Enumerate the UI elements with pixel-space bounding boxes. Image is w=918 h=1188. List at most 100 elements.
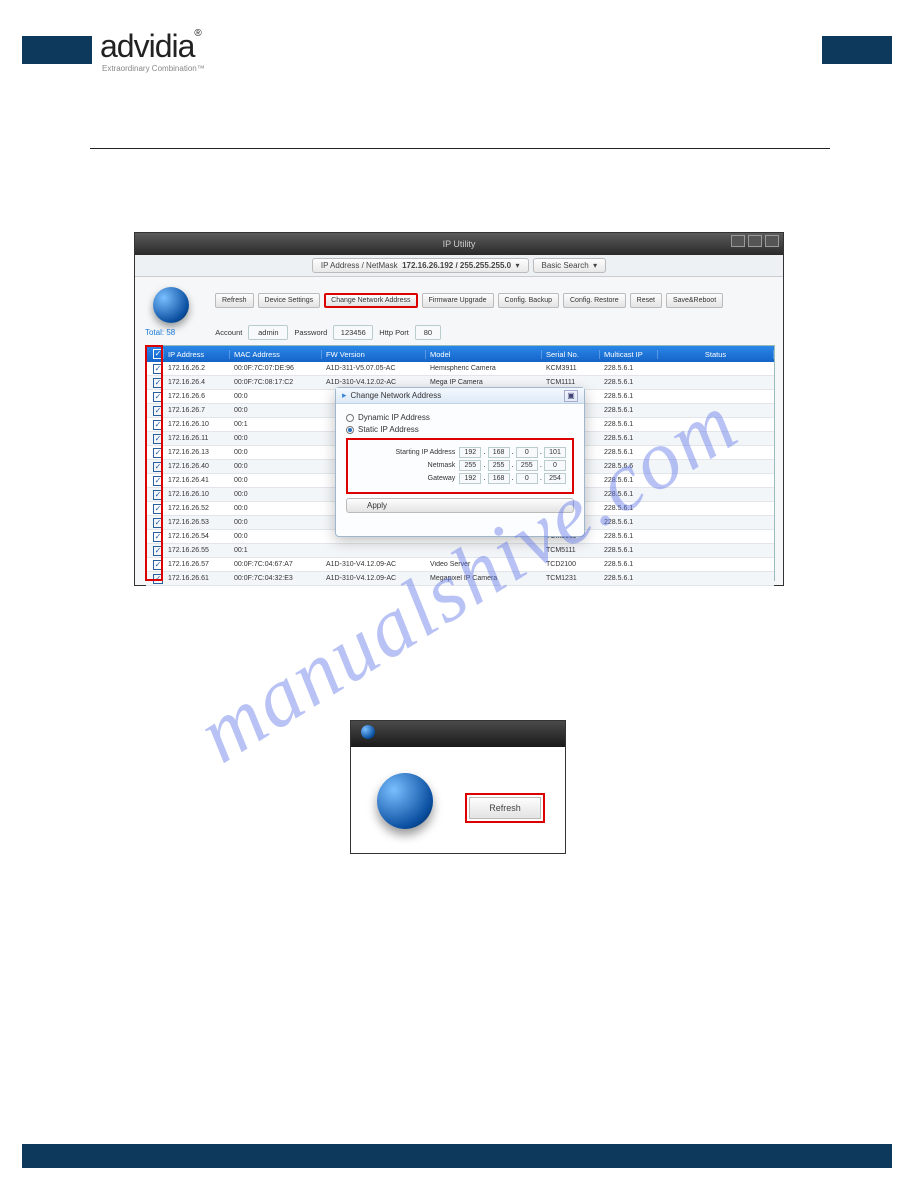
row-checkbox[interactable]: ✓ [146,532,164,542]
row-checkbox[interactable]: ✓ [146,546,164,556]
refresh-button[interactable]: Refresh [215,293,254,308]
cell-ip: 172.16.26.54 [164,533,230,540]
col-status[interactable]: Status [658,350,774,359]
brand-logo: advidia® [100,28,201,65]
cell-serial: TCM5111 [542,547,600,554]
cell-model: Video Server [426,561,542,568]
row-checkbox[interactable]: ✓ [146,420,164,430]
row-checkbox[interactable]: ✓ [146,504,164,514]
cell-serial: TCD2100 [542,561,600,568]
cell-multicast: 228.5.6.1 [600,477,658,484]
mini-titlebar [351,721,565,747]
header-stripe-right [822,36,892,64]
close-icon[interactable] [765,235,779,247]
cell-model: Hemispheric Camera [426,365,542,372]
account-label: Account [215,328,242,337]
ip-netmask-pill[interactable]: IP Address / NetMask 172.16.26.192 / 255… [312,258,529,273]
row-checkbox[interactable]: ✓ [146,434,164,444]
minimize-icon[interactable] [731,235,745,247]
cell-multicast: 228.5.6.1 [600,505,658,512]
account-input[interactable]: admin [248,325,288,340]
row-checkbox[interactable]: ✓ [146,378,164,388]
basic-search-pill[interactable]: Basic Search ▾ [533,258,607,273]
cell-serial: TCM1231 [542,575,600,582]
col-serial[interactable]: Serial No. [542,350,600,359]
cell-multicast: 228.5.6.1 [600,575,658,582]
apply-button[interactable]: Apply [346,498,574,513]
row-checkbox[interactable]: ✓ [146,392,164,402]
row-checkbox[interactable]: ✓ [146,448,164,458]
cell-multicast: 228.5.6.1 [600,435,658,442]
table-row[interactable]: ✓172.16.26.200:0F:7C:07:DE:96A1D-311-V5.… [146,362,774,376]
cell-ip: 172.16.26.53 [164,519,230,526]
config-backup-button[interactable]: Config. Backup [498,293,559,308]
starting-ip-label: Starting IP Address [373,449,455,456]
cell-fw: A1D-310-V4.12.09-AC [322,575,426,582]
firmware-upgrade-button[interactable]: Firmware Upgrade [422,293,494,308]
table-row[interactable]: ✓172.16.26.5700:0F:7C:04:67:A7A1D-310-V4… [146,558,774,572]
table-row[interactable]: ✓172.16.26.6100:0F:7C:04:32:E3A1D-310-V4… [146,572,774,586]
cell-fw: A1D-311-V5.07.05-AC [322,365,426,372]
table-header: ✓ IP Address MAC Address FW Version Mode… [146,346,774,362]
dynamic-ip-radio[interactable]: Dynamic IP Address [346,413,574,422]
row-checkbox[interactable]: ✓ [146,560,164,570]
cell-ip: 172.16.26.6 [164,393,230,400]
cell-ip: 172.16.26.52 [164,505,230,512]
col-mac[interactable]: MAC Address [230,350,322,359]
change-network-dialog: ▸ Change Network Address ▣ Dynamic IP Ad… [335,387,585,537]
col-fw[interactable]: FW Version [322,350,426,359]
netmask-input[interactable]: 255.255.255.0 [459,460,566,471]
refresh-highlight [465,793,545,823]
cell-model: Mega IP Camera [426,379,542,386]
col-checkbox[interactable]: ✓ [146,349,164,359]
row-checkbox[interactable]: ✓ [146,574,164,584]
cell-mac: 00:0F:7C:04:32:E3 [230,575,322,582]
row-checkbox[interactable]: ✓ [146,462,164,472]
globe-icon [153,287,189,323]
table-row[interactable]: ✓172.16.26.5500:1TCM5111228.5.6.1 [146,544,774,558]
change-network-address-button[interactable]: Change Network Address [324,293,417,308]
cell-ip: 172.16.26.13 [164,449,230,456]
cell-serial: TCM1111 [542,379,600,386]
col-ip[interactable]: IP Address [164,350,230,359]
device-settings-button[interactable]: Device Settings [258,293,321,308]
gateway-input[interactable]: 192.168.0.254 [459,473,566,484]
cell-ip: 172.16.26.10 [164,421,230,428]
reset-button[interactable]: Reset [630,293,662,308]
cell-mac: 00:0 [230,407,322,414]
netmask-label: Netmask [373,462,455,469]
row-checkbox[interactable]: ✓ [146,406,164,416]
row-checkbox[interactable]: ✓ [146,518,164,528]
http-port-input[interactable]: 80 [415,325,441,340]
password-input[interactable]: 123456 [333,325,373,340]
cell-ip: 172.16.26.55 [164,547,230,554]
cell-mac: 00:0F:7C:08:17:C2 [230,379,322,386]
col-model[interactable]: Model [426,350,542,359]
cell-multicast: 228.5.6.1 [600,407,658,414]
window-title: IP Utility [443,239,476,249]
cell-ip: 172.16.26.11 [164,435,230,442]
cell-fw: A1D-310-V4.12.02-AC [322,379,426,386]
col-multicast[interactable]: Multicast IP [600,350,658,359]
globe-icon [361,725,375,739]
row-checkbox[interactable]: ✓ [146,490,164,500]
cell-multicast: 228.5.6.1 [600,393,658,400]
maximize-icon[interactable] [748,235,762,247]
cell-mac: 00:0 [230,533,322,540]
static-ip-radio[interactable]: Static IP Address [346,425,574,434]
cell-ip: 172.16.26.10 [164,491,230,498]
row-checkbox[interactable]: ✓ [146,476,164,486]
total-count: Total: 58 [145,328,175,337]
row-checkbox[interactable]: ✓ [146,364,164,374]
starting-ip-input[interactable]: 192.168.0.101 [459,447,566,458]
address-bar: IP Address / NetMask 172.16.26.192 / 255… [135,255,783,277]
cell-ip: 172.16.26.61 [164,575,230,582]
cell-ip: 172.16.26.41 [164,477,230,484]
cell-multicast: 228.5.6.1 [600,421,658,428]
save-reboot-button[interactable]: Save&Reboot [666,293,723,308]
globe-icon [377,773,433,829]
config-restore-button[interactable]: Config. Restore [563,293,626,308]
cell-mac: 00:0F:7C:07:DE:96 [230,365,322,372]
dialog-close-icon[interactable]: ▣ [564,390,578,402]
cell-fw: A1D-310-V4.12.09-AC [322,561,426,568]
